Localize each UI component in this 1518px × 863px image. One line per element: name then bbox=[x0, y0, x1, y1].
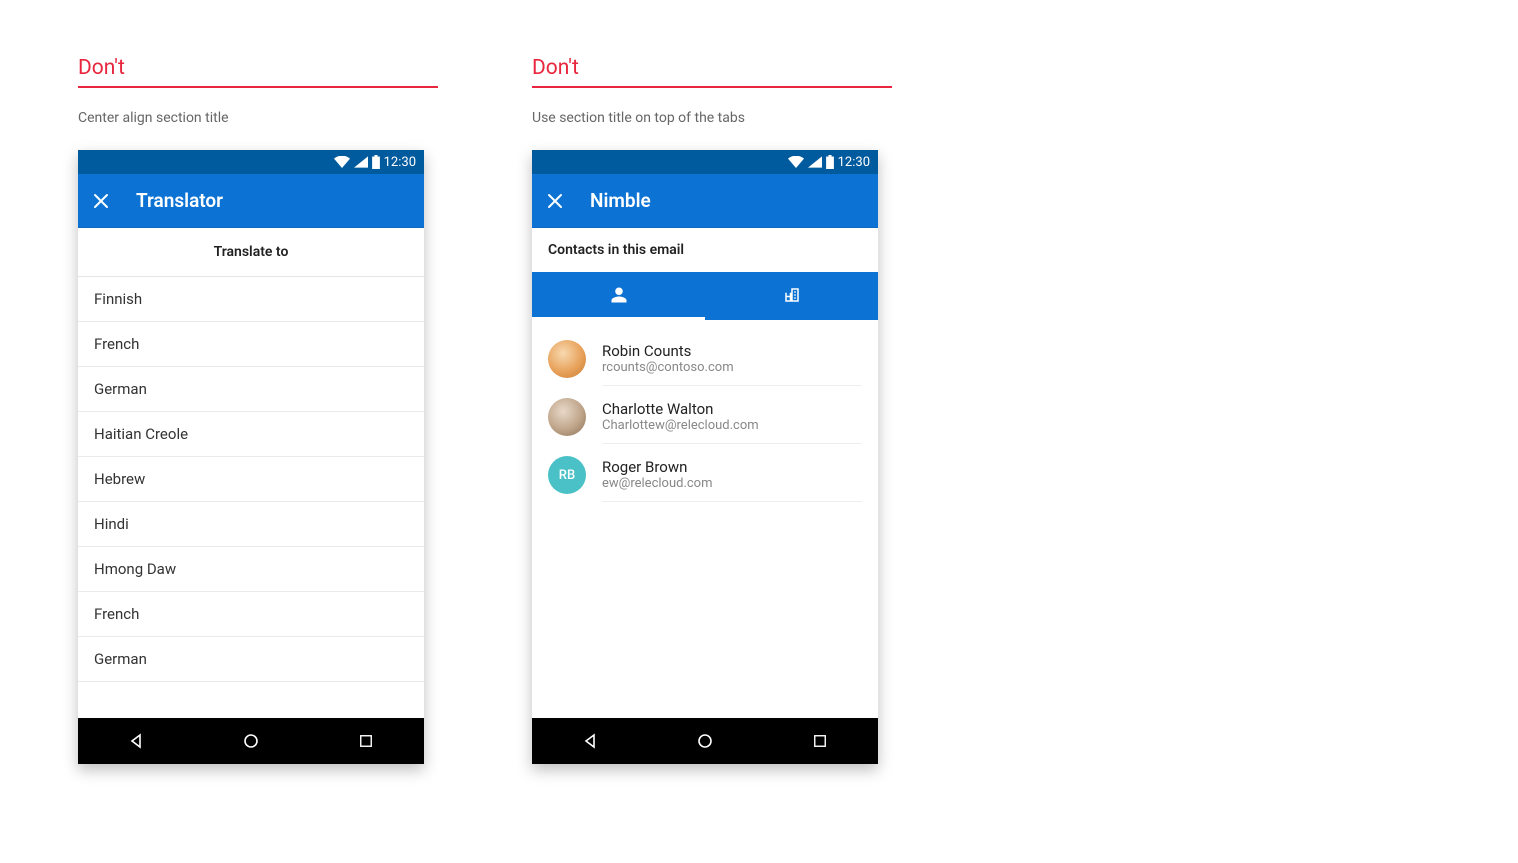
wifi-icon bbox=[334, 156, 350, 168]
contact-email: Charlottew@relecloud.com bbox=[602, 418, 862, 433]
language-item[interactable]: Hmong Daw bbox=[78, 547, 424, 592]
section-title: Translate to bbox=[78, 228, 424, 277]
language-item[interactable]: Haitian Creole bbox=[78, 412, 424, 457]
language-item[interactable]: Hindi bbox=[78, 502, 424, 547]
nav-home-icon[interactable] bbox=[231, 721, 271, 761]
app-bar: Translator bbox=[78, 174, 424, 228]
contact-item[interactable]: Charlotte Walton Charlottew@relecloud.co… bbox=[532, 388, 878, 446]
battery-icon bbox=[372, 155, 380, 169]
contact-name: Charlotte Walton bbox=[602, 400, 862, 418]
tab-bar bbox=[532, 272, 878, 320]
nav-back-icon[interactable] bbox=[570, 721, 610, 761]
contact-email: ew@relecloud.com bbox=[602, 476, 862, 491]
battery-icon bbox=[826, 155, 834, 169]
language-item[interactable]: German bbox=[78, 367, 424, 412]
phone-mock: 12:30 Translator Translate to Finnish Fr… bbox=[78, 150, 424, 764]
guideline-caption: Center align section title bbox=[78, 110, 438, 126]
language-item[interactable]: German bbox=[78, 637, 424, 682]
language-item[interactable]: French bbox=[78, 592, 424, 637]
status-time: 12:30 bbox=[838, 155, 870, 170]
contacts-list: Robin Counts rcounts@contoso.com Charlot… bbox=[532, 320, 878, 718]
app-title: Nimble bbox=[590, 189, 651, 212]
content-area: Translate to Finnish French German Haiti… bbox=[78, 228, 424, 718]
contact-item[interactable]: Robin Counts rcounts@contoso.com bbox=[532, 330, 878, 388]
nav-back-icon[interactable] bbox=[116, 721, 156, 761]
status-bar: 12:30 bbox=[532, 150, 878, 174]
status-bar: 12:30 bbox=[78, 150, 424, 174]
nav-home-icon[interactable] bbox=[685, 721, 725, 761]
content-area: Contacts in this email Robin bbox=[532, 228, 878, 718]
status-time: 12:30 bbox=[384, 155, 416, 170]
signal-icon bbox=[354, 156, 368, 168]
nav-recent-icon[interactable] bbox=[800, 721, 840, 761]
android-nav-bar bbox=[78, 718, 424, 764]
contact-name: Roger Brown bbox=[602, 458, 862, 476]
app-title: Translator bbox=[136, 189, 223, 212]
person-icon bbox=[610, 286, 628, 304]
avatar bbox=[548, 340, 586, 378]
phone-mock: 12:30 Nimble Contacts in this email bbox=[532, 150, 878, 764]
wifi-icon bbox=[788, 156, 804, 168]
tab-people[interactable] bbox=[532, 272, 705, 320]
guideline-label: Don't bbox=[78, 56, 438, 88]
contact-name: Robin Counts bbox=[602, 342, 862, 360]
language-item[interactable]: Finnish bbox=[78, 277, 424, 322]
section-title: Contacts in this email bbox=[532, 228, 878, 272]
app-bar: Nimble bbox=[532, 174, 878, 228]
nav-recent-icon[interactable] bbox=[346, 721, 386, 761]
contact-item[interactable]: RB Roger Brown ew@relecloud.com bbox=[532, 446, 878, 504]
avatar bbox=[548, 398, 586, 436]
avatar: RB bbox=[548, 456, 586, 494]
guideline-caption: Use section title on top of the tabs bbox=[532, 110, 892, 126]
language-item[interactable]: French bbox=[78, 322, 424, 367]
close-icon[interactable] bbox=[546, 192, 564, 210]
building-icon bbox=[783, 286, 801, 304]
close-icon[interactable] bbox=[92, 192, 110, 210]
signal-icon bbox=[808, 156, 822, 168]
language-item[interactable]: Hebrew bbox=[78, 457, 424, 502]
example-dont-tabs: Don't Use section title on top of the ta… bbox=[532, 56, 892, 764]
tab-org[interactable] bbox=[705, 272, 878, 320]
contact-email: rcounts@contoso.com bbox=[602, 360, 862, 375]
example-dont-centered: Don't Center align section title 12:30 T… bbox=[78, 56, 438, 764]
android-nav-bar bbox=[532, 718, 878, 764]
guideline-label: Don't bbox=[532, 56, 892, 88]
